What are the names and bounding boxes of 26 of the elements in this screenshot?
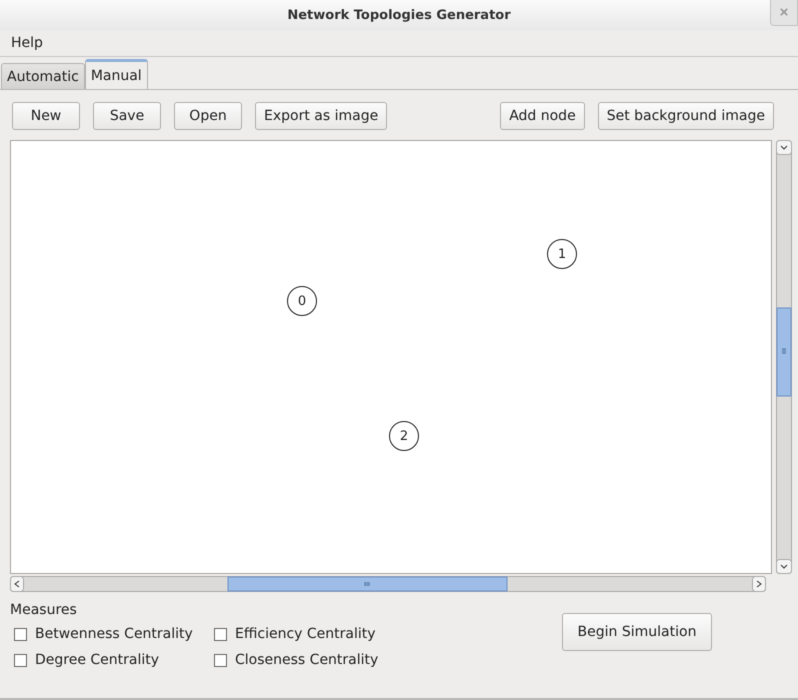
toolbar-button[interactable]: Save xyxy=(93,102,161,130)
horizontal-scrollbar[interactable] xyxy=(10,576,766,592)
checkbox-label: Closeness Centrality xyxy=(235,652,378,668)
graph-canvas[interactable]: 0 1 2 xyxy=(10,140,772,574)
tab[interactable]: Manual xyxy=(84,59,148,89)
checkbox[interactable] xyxy=(14,628,27,640)
graph-node[interactable]: 0 xyxy=(287,286,317,316)
graph-node[interactable]: 1 xyxy=(547,239,577,269)
toolbar-button[interactable]: Open xyxy=(174,102,242,130)
window-title: Network Topologies Generator xyxy=(287,8,511,22)
toolbar-button[interactable]: Export as image xyxy=(255,102,388,130)
simulate-button[interactable]: Begin Simulation xyxy=(562,613,712,651)
checkbox[interactable] xyxy=(214,654,227,666)
checkbox-label: Efficiency Centrality xyxy=(235,626,376,642)
menu-item[interactable]: Help xyxy=(0,35,54,51)
tab[interactable]: Automatic xyxy=(1,63,85,89)
checkbox[interactable] xyxy=(14,654,27,666)
checkbox-label: Degree Centrality xyxy=(35,652,160,668)
graph-node[interactable]: 2 xyxy=(389,421,419,451)
checkbox-label: Betwenness Centrality xyxy=(35,626,193,642)
vertical-scrollbar[interactable] xyxy=(776,140,792,574)
checkbox[interactable] xyxy=(214,628,227,640)
toolbar-button[interactable]: New xyxy=(12,102,80,130)
toolbar-button[interactable]: Add node xyxy=(500,102,585,130)
section-title: Measures xyxy=(10,602,78,618)
toolbar-button[interactable]: Set background image xyxy=(598,102,774,130)
